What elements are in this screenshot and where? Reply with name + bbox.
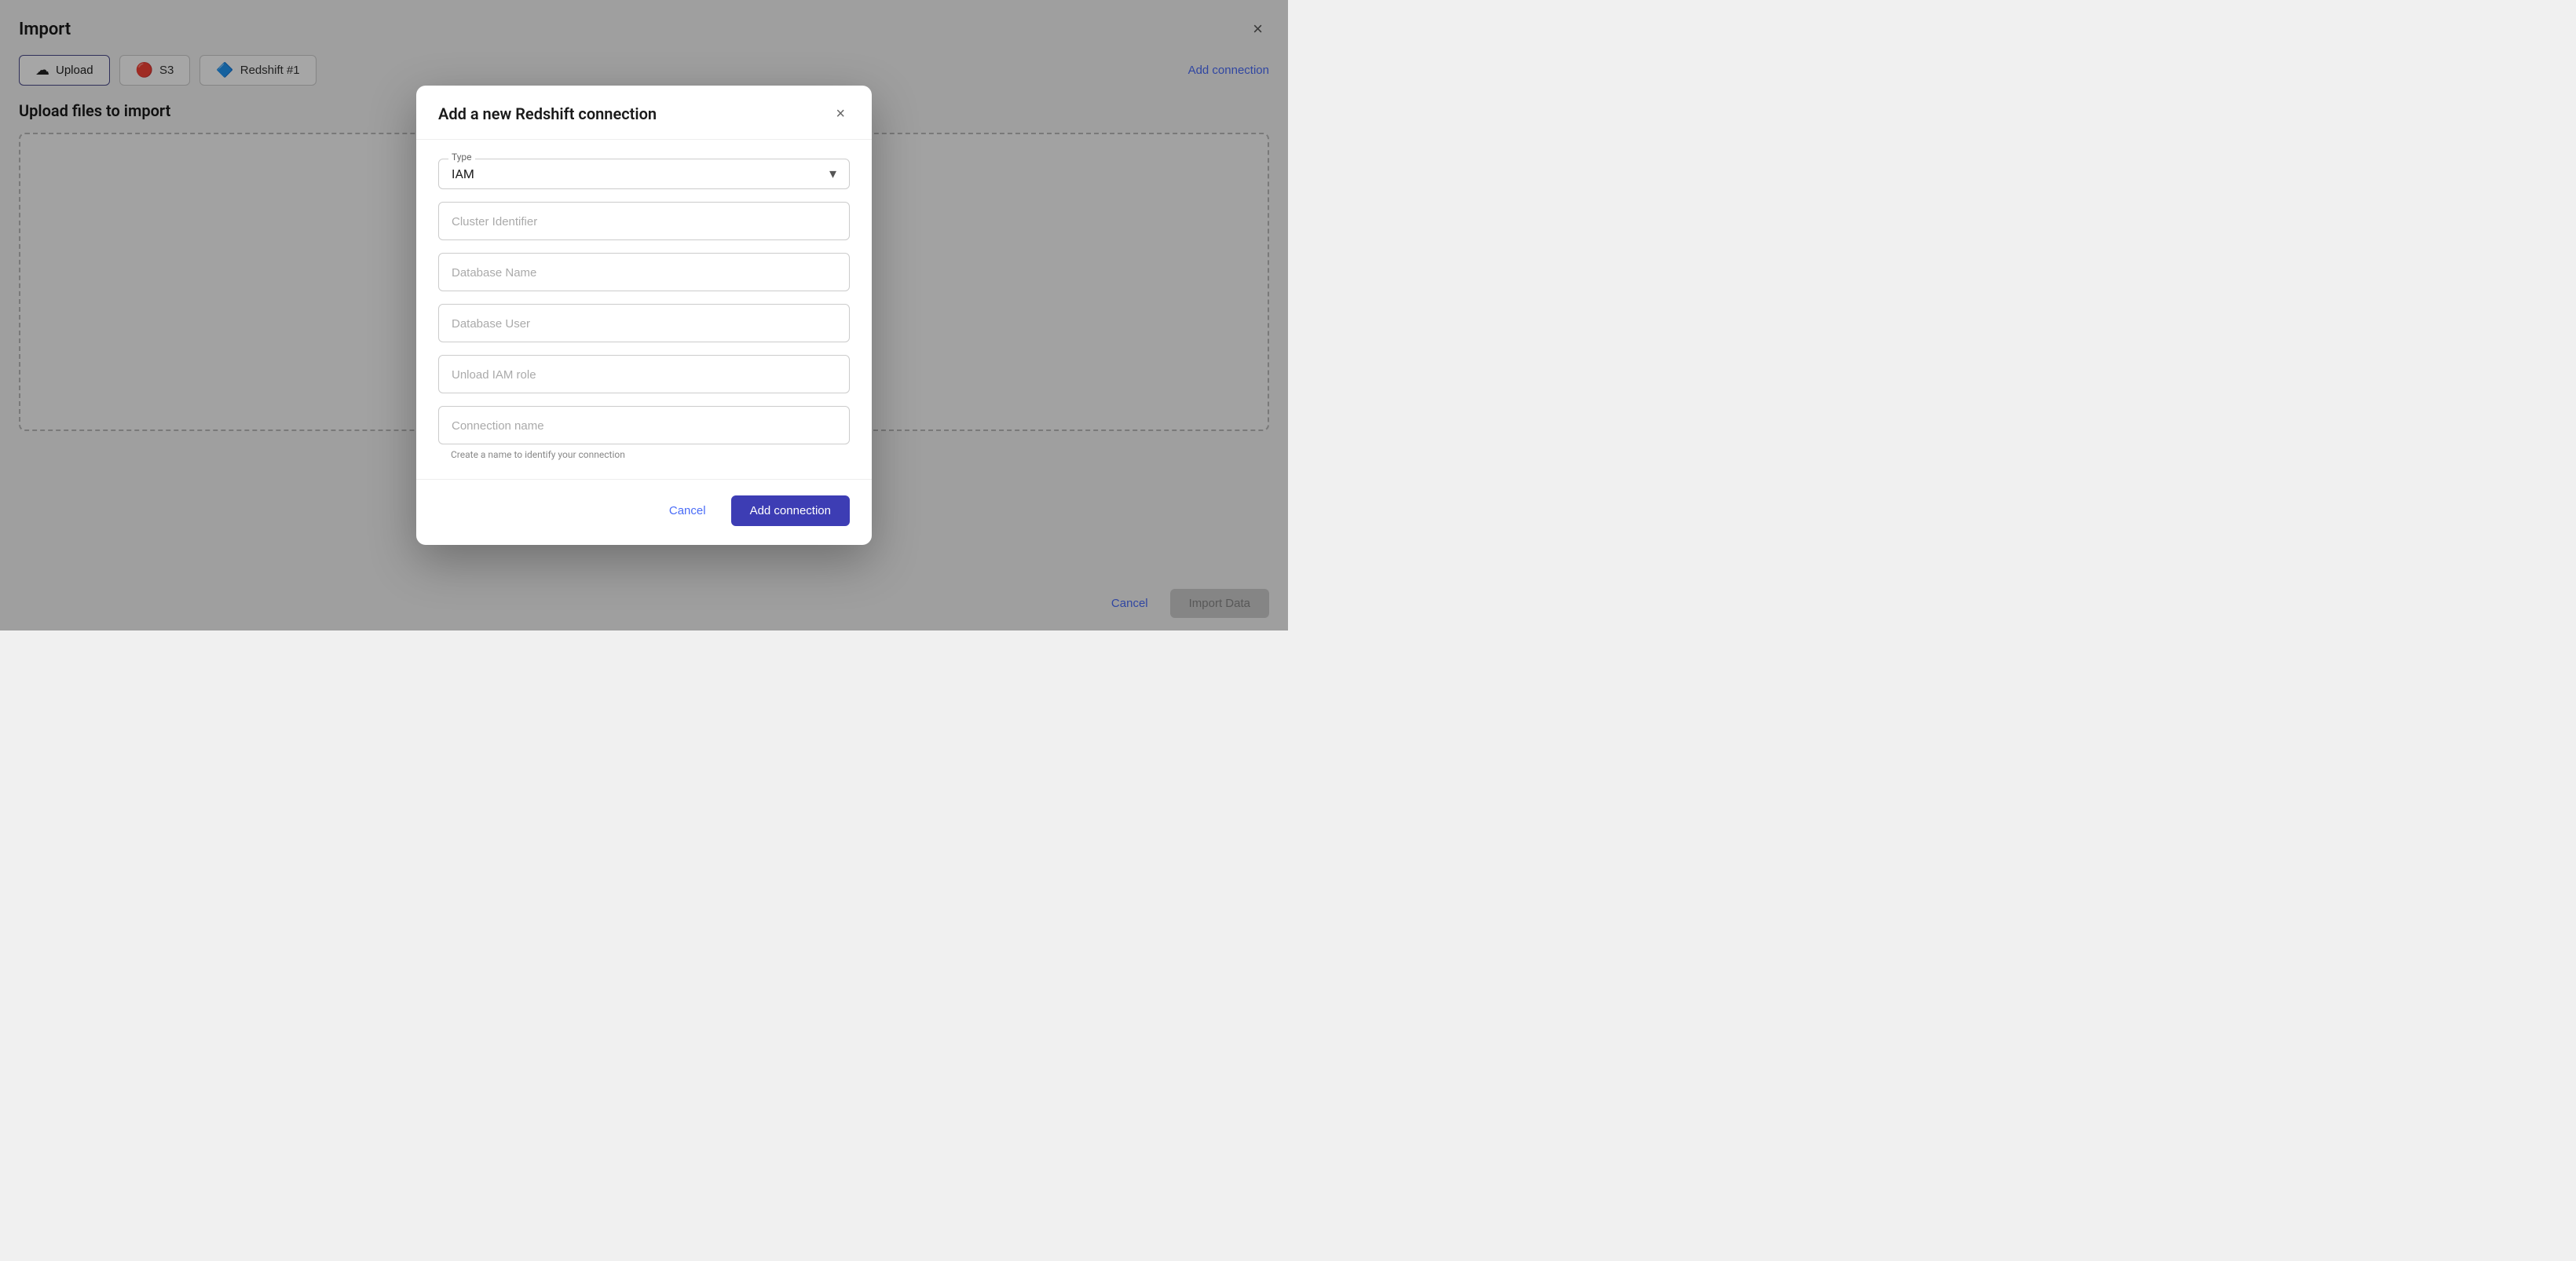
type-field[interactable]: Type IAM ▾ [438,159,850,189]
modal-footer: Cancel Add connection [416,479,872,545]
type-select-wrapper: IAM ▾ [452,166,836,182]
type-value: IAM [452,166,474,181]
unload-iam-role-field [438,355,850,393]
connection-name-section: Create a name to identify your connectio… [438,406,850,460]
cluster-identifier-input[interactable] [452,215,836,228]
database-name-field [438,253,850,291]
modal-add-connection-button[interactable]: Add connection [731,495,850,526]
type-label: Type [448,152,475,163]
modal-overlay: Add a new Redshift connection × Type IAM… [0,0,1288,630]
chevron-down-icon: ▾ [829,166,836,182]
modal-cancel-button[interactable]: Cancel [653,495,722,526]
connection-name-input[interactable] [452,419,836,433]
database-name-input[interactable] [452,266,836,280]
modal-header: Add a new Redshift connection × [416,86,872,140]
modal-close-button[interactable]: × [831,104,850,123]
connection-name-hint: Create a name to identify your connectio… [438,449,850,460]
database-user-input[interactable] [452,317,836,331]
modal-title: Add a new Redshift connection [438,104,657,123]
unload-iam-role-input[interactable] [452,368,836,382]
modal-body: Type IAM ▾ [416,140,872,479]
connection-name-field [438,406,850,444]
modal-dialog: Add a new Redshift connection × Type IAM… [416,86,872,545]
cluster-identifier-field [438,202,850,240]
database-user-field [438,304,850,342]
